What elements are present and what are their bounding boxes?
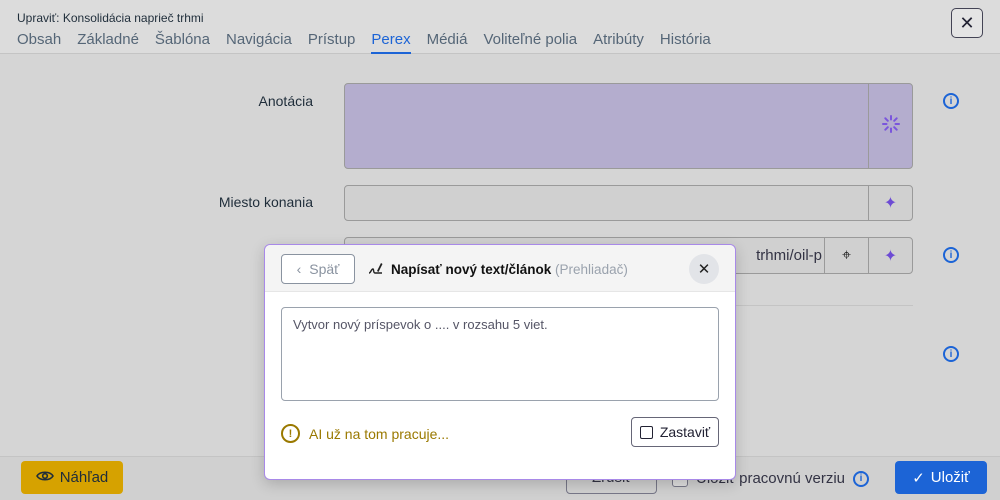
- check-icon: ✓: [912, 469, 925, 487]
- annotation-info-icon[interactable]: i: [943, 93, 959, 109]
- save-label: Uložiť: [930, 469, 970, 486]
- close-icon: ✕: [697, 261, 711, 278]
- dialog-title-text: Napísať nový text/článok: [391, 262, 552, 277]
- dialog-close-button[interactable]: ✕: [689, 254, 719, 284]
- dialog-subtitle: (Prehliadač): [555, 262, 628, 277]
- location-field[interactable]: ✦: [344, 185, 913, 221]
- location-label: Miesto konania: [218, 194, 313, 210]
- spinner-icon: [881, 114, 900, 138]
- tab-media[interactable]: Médiá: [427, 31, 468, 54]
- ai-status: ! AI už na tom pracuje...: [281, 424, 449, 443]
- sparkle-icon: ✦: [883, 247, 898, 265]
- writing-hand-icon: [367, 261, 383, 278]
- preview-label: Náhľad: [59, 469, 109, 486]
- status-text: AI už na tom pracuje...: [309, 425, 450, 442]
- editor-title: Upraviť: Konsolidácia naprieč trhmi: [17, 11, 204, 25]
- ai-sparkle-button-2[interactable]: ✦: [868, 238, 912, 273]
- dialog-title: Napísať nový text/článok (Prehliadač): [367, 261, 628, 278]
- tab-zakladne[interactable]: Základné: [77, 31, 139, 54]
- dialog-header: ‹ Späť Napísať nový text/článok (Prehlia…: [265, 245, 735, 292]
- stop-button[interactable]: Zastaviť: [631, 417, 719, 447]
- tab-pristup[interactable]: Prístup: [308, 31, 356, 54]
- annotation-label: Anotácia: [258, 93, 313, 109]
- tab-atributy[interactable]: Atribúty: [593, 31, 644, 54]
- preview-button[interactable]: Náhľad: [21, 461, 123, 494]
- save-button[interactable]: ✓ Uložiť: [895, 461, 987, 494]
- tab-sablona[interactable]: Šablóna: [155, 31, 210, 54]
- close-editor-button[interactable]: ✕: [951, 8, 983, 38]
- close-icon: ✕: [959, 12, 975, 33]
- chevron-left-icon: ‹: [296, 261, 302, 277]
- eye-icon: [35, 469, 54, 486]
- url-field-value: trhmi/oil-p: [756, 247, 822, 264]
- tab-navigacia[interactable]: Navigácia: [226, 31, 292, 54]
- ai-spinner-button[interactable]: [868, 84, 912, 168]
- back-label: Späť: [309, 261, 340, 277]
- section-info-icon[interactable]: i: [943, 346, 959, 362]
- locate-button[interactable]: ⌖: [824, 238, 868, 273]
- stop-label: Zastaviť: [659, 424, 711, 440]
- editor-header: Upraviť: Konsolidácia naprieč trhmi Obsa…: [0, 0, 1000, 54]
- back-button[interactable]: ‹ Späť: [281, 254, 355, 284]
- tab-volitelne-polia[interactable]: Voliteľné polia: [483, 31, 577, 54]
- warning-icon: !: [281, 424, 300, 443]
- annotation-field[interactable]: [344, 83, 913, 169]
- prompt-textarea[interactable]: Vytvor nový príspevok o .... v rozsahu 5…: [281, 307, 719, 401]
- sparkle-icon: ✦: [883, 195, 898, 212]
- tab-obsah[interactable]: Obsah: [17, 31, 61, 54]
- url-info-icon[interactable]: i: [943, 247, 959, 263]
- editor-tabs: Obsah Základné Šablóna Navigácia Prístup…: [17, 31, 711, 54]
- crosshair-icon: ⌖: [841, 246, 851, 264]
- save-working-info-icon[interactable]: i: [853, 470, 870, 487]
- stop-icon: [639, 425, 653, 439]
- ai-sparkle-button[interactable]: ✦: [868, 186, 912, 220]
- tab-perex[interactable]: Perex: [371, 31, 411, 54]
- ai-writer-dialog: ‹ Späť Napísať nový text/článok (Prehlia…: [264, 244, 736, 480]
- tab-historia[interactable]: História: [660, 31, 711, 54]
